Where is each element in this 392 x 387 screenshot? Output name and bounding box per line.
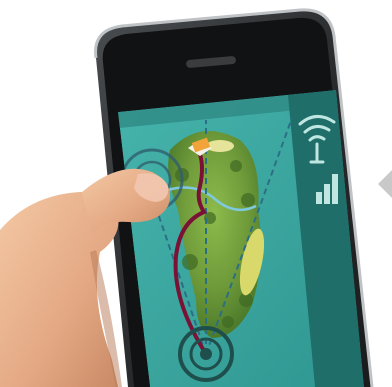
signal-bar-3 [332, 174, 338, 204]
signal-bar-1 [316, 192, 322, 204]
sand-bunker-2 [206, 140, 234, 152]
signal-bar-2 [324, 184, 330, 204]
phone-golf-gps-illustration [0, 0, 392, 387]
chevron-left-icon [378, 170, 392, 198]
illustration-canvas [0, 8, 392, 387]
gps-screen [118, 90, 364, 387]
